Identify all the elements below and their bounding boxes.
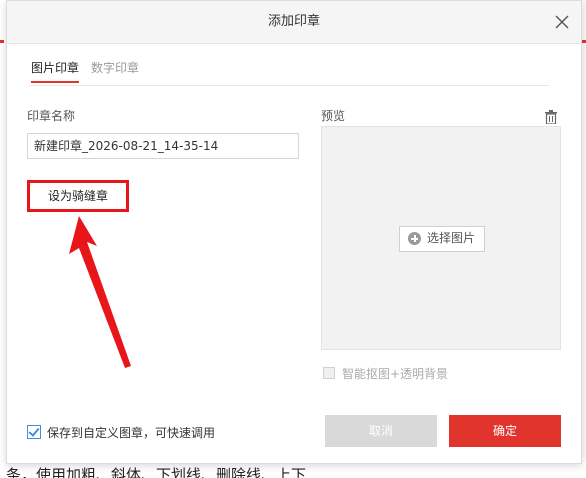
plus-circle-icon (408, 232, 421, 245)
red-arrow-annotation (69, 216, 131, 368)
add-seal-dialog: 添加印章 图片印章 数字印章 印章名称 新建印章_2026-08-21_14-3… (6, 0, 582, 464)
dialog-title: 添加印章 (267, 14, 320, 29)
tab-image-seal[interactable]: 图片印章 (31, 59, 80, 83)
cancel-button[interactable]: 取消 (325, 415, 437, 447)
seal-name-input[interactable]: 新建印章_2026-08-21_14-35-14 (27, 133, 299, 159)
smart-cutout-checkbox[interactable] (323, 367, 335, 379)
preview-label: 预览 (321, 109, 346, 123)
trash-icon[interactable] (545, 109, 557, 125)
confirm-button[interactable]: 确定 (449, 415, 561, 447)
background-accent-line-right (582, 40, 586, 43)
choose-image-button[interactable]: 选择图片 (399, 226, 485, 252)
save-custom-checkbox[interactable] (27, 425, 41, 439)
smart-cutout-label: 智能抠图+透明背景 (342, 367, 449, 381)
set-seam-seal-button[interactable]: 设为骑缝章 (27, 180, 129, 212)
seal-type-tabs: 图片印章 数字印章 (29, 59, 549, 86)
seal-name-label: 印章名称 (27, 109, 76, 123)
choose-image-label: 选择图片 (427, 231, 476, 245)
background-accent-line-left (0, 40, 4, 43)
tab-digital-seal[interactable]: 数字印章 (91, 59, 139, 77)
close-icon[interactable] (553, 13, 571, 31)
dialog-header: 添加印章 (7, 1, 581, 44)
save-custom-label: 保存到自定义图章，可快速调用 (47, 426, 216, 440)
